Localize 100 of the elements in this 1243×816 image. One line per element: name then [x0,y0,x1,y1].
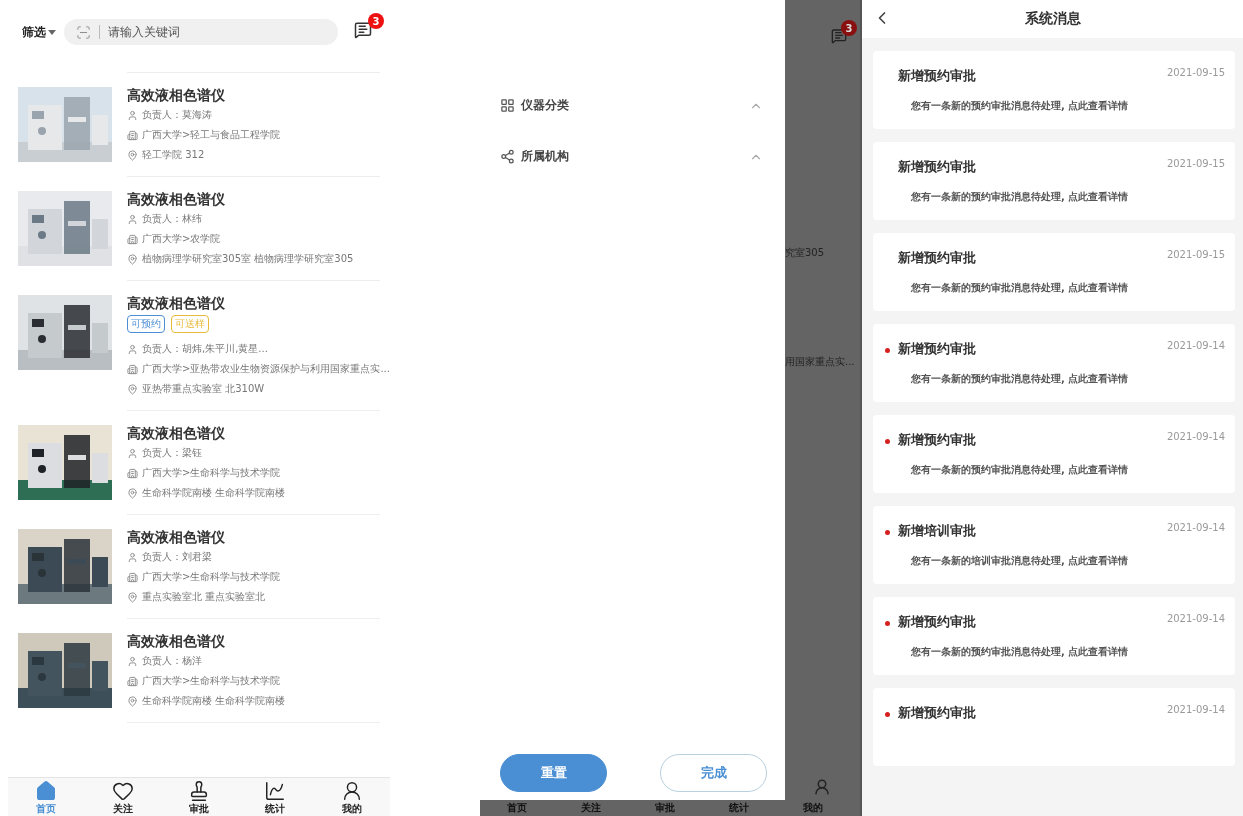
instrument-title[interactable]: 高效液相色谱仪 [127,85,380,105]
message-card[interactable]: 新增预约审批 2021-09-14 您有一条新的预约审批消息待处理, 点此查看详情 [873,324,1235,402]
message-card[interactable]: 新增预约审批 2021-09-14 [873,688,1235,766]
location-icon [127,487,138,499]
organization-text: 广西大学>轻工与食品工程学院 [142,128,281,142]
building-icon [127,467,138,479]
page-title: 系统消息 [1024,10,1081,28]
person-icon [127,343,138,355]
status-tag: 可送样 [171,315,209,333]
message-card[interactable]: 新增预约审批 2021-09-15 您有一条新的预约审批消息待处理, 点此查看详情 [873,233,1235,311]
organization-text: 广西大学>生命科学与技术学院 [142,570,281,584]
chart-icon [264,780,287,802]
message-text: 您有一条新的预约审批消息待处理, 点此查看详情 [911,645,1130,659]
caret-icon [48,29,56,35]
message-date: 2021-09-15 [1166,67,1225,80]
message-date: 2021-09-14 [1166,522,1225,535]
location-text: 植物病理学研究室305室 植物病理学研究室305 [142,252,354,266]
manager-text: 负责人：胡炜,朱平川,黄星... [142,342,268,356]
message-title: 新增预约审批 [898,249,976,267]
message-date: 2021-09-14 [1166,704,1225,717]
organization-text: 广西大学>生命科学与技术学院 [142,674,281,688]
location-icon [127,591,138,603]
message-icon [831,28,847,44]
location-icon [127,383,138,395]
location-text: 生命科学院南楼 生命科学院南楼 [142,694,286,708]
message-date: 2021-09-14 [1166,340,1225,353]
home-icon [35,780,58,802]
message-title: 新增预约审批 [898,340,976,358]
message-title: 新增预约审批 [898,67,976,85]
filter-section[interactable]: 所属机构 [480,131,785,182]
instrument-title[interactable]: 高效液相色谱仪 [127,423,380,443]
message-title: 新增预约审批 [898,431,976,449]
nav-label: 关注 [581,801,601,815]
location-text: 轻工学院 312 [142,148,205,162]
message-text: 您有一条新的预约审批消息待处理, 点此查看详情 [911,372,1130,386]
message-text: 您有一条新的培训审批消息待处理, 点此查看详情 [911,554,1130,568]
building-icon [127,363,138,375]
message-card[interactable]: 新增预约审批 2021-09-14 您有一条新的预约审批消息待处理, 点此查看详情 [873,597,1235,675]
message-text: 您有一条新的预约审批消息待处理, 点此查看详情 [911,99,1130,113]
instrument-title[interactable]: 高效液相色谱仪 [127,189,380,209]
count-badge: 3 [841,20,857,36]
building-icon [127,571,138,583]
manager-text: 负责人：莫海涛 [142,108,212,122]
heart-icon [111,780,134,802]
manager-text: 负责人：杨洋 [142,654,202,668]
message-card[interactable]: 新增培训审批 2021-09-14 您有一条新的培训审批消息待处理, 点此查看详情 [873,506,1235,584]
nav-label: 统计 [729,801,749,815]
instrument-title[interactable]: 高效液相色谱仪 [127,527,380,547]
manager-text: 负责人：林纬 [142,212,202,226]
location-icon [127,695,138,707]
count-badge: 3 [368,13,384,29]
instrument-title[interactable]: 高效液相色谱仪 [127,293,380,313]
nav-tab[interactable]: 关注 [111,778,134,816]
share-icon [500,149,515,164]
organization-text: 广西大学>亚热带农业生物资源保护与利用国家重点实... [142,362,390,376]
message-text: 您有一条新的预约审批消息待处理, 点此查看详情 [911,190,1130,204]
person-icon [127,109,138,121]
nav-tab[interactable]: 我的 [340,778,363,816]
scan-icon[interactable] [76,24,91,40]
person-icon [127,551,138,563]
message-title: 新增培训审批 [898,522,976,540]
building-icon [127,233,138,245]
filter-section[interactable]: 仪器分类 [480,80,785,131]
manager-text: 负责人：梁钰 [142,446,202,460]
message-date: 2021-09-15 [1166,249,1225,262]
instrument-title[interactable]: 高效液相色谱仪 [127,631,380,651]
location-icon [127,149,138,161]
organization-text: 广西大学>农学院 [142,232,221,246]
message-title: 新增预约审批 [898,613,976,631]
search-field[interactable]: 请输入关键词 [64,19,338,45]
person-icon [127,655,138,667]
grid-icon [500,98,515,113]
nav-tab[interactable]: 统计 [264,778,287,816]
manager-text: 负责人：刘君梁 [142,550,212,564]
nav-label: 我的 [803,801,823,815]
message-text: 您有一条新的预约审批消息待处理, 点此查看详情 [911,463,1130,477]
message-card[interactable]: 新增预约审批 2021-09-15 您有一条新的预约审批消息待处理, 点此查看详情 [873,51,1235,129]
location-icon [127,253,138,265]
message-title: 新增预约审批 [898,158,976,176]
message-date: 2021-09-14 [1166,613,1225,626]
building-icon [127,129,138,141]
status-tag: 可预约 [127,315,165,333]
location-text: 重点实验室北 重点实验室北 [142,590,266,604]
message-card[interactable]: 新增预约审批 2021-09-14 您有一条新的预约审批消息待处理, 点此查看详情 [873,415,1235,493]
location-text: 生命科学院南楼 生命科学院南楼 [142,486,286,500]
location-text: 亚热带重点实验室 北310W [142,382,265,396]
message-title: 新增预约审批 [898,704,976,722]
nav-tab[interactable]: 审批 [187,778,210,816]
message-date: 2021-09-15 [1166,158,1225,171]
building-icon [127,675,138,687]
filter-button[interactable]: 筛选 [22,23,56,41]
message-card[interactable]: 新增预约审批 2021-09-15 您有一条新的预约审批消息待处理, 点此查看详情 [873,142,1235,220]
message-text: 您有一条新的预约审批消息待处理, 点此查看详情 [911,281,1130,295]
message-icon[interactable] [354,21,372,39]
message-date: 2021-09-14 [1166,431,1225,444]
person-icon [127,447,138,459]
person-icon [127,213,138,225]
user-icon [813,778,831,796]
organization-text: 广西大学>生命科学与技术学院 [142,466,281,480]
nav-label: 审批 [655,801,675,815]
